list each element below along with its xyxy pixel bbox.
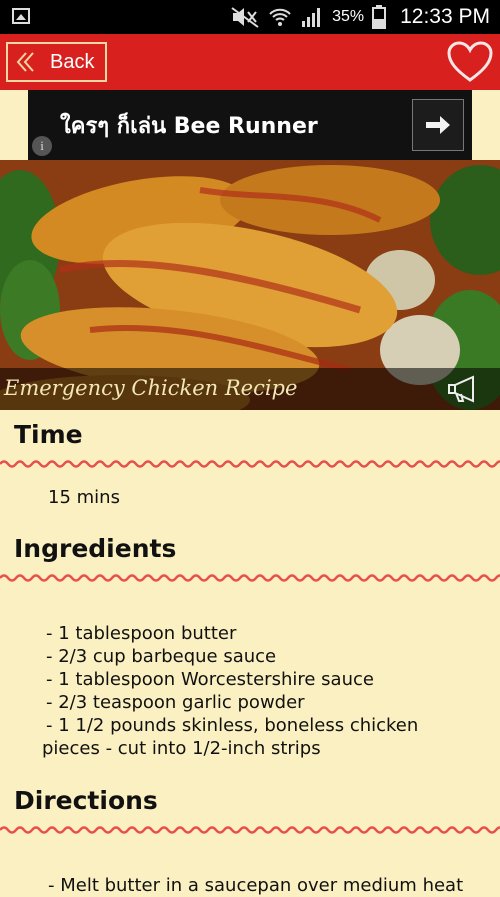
- clock: 12:33 PM: [400, 5, 490, 28]
- ad-text: ใครๆ ก็เล่น Bee Runner: [60, 114, 318, 139]
- gallery-icon: [12, 8, 30, 24]
- recipe-photo: Emergency Chicken Recipe: [0, 160, 500, 410]
- signal-icon: [302, 8, 321, 27]
- favorite-heart-icon[interactable]: [446, 40, 494, 84]
- back-label: Back: [50, 50, 95, 73]
- megaphone-icon[interactable]: [446, 374, 482, 404]
- ingredients-list: - 1 tablespoon butter - 2/3 cup barbeque…: [42, 622, 492, 760]
- ad-arrow-button[interactable]: [412, 99, 464, 151]
- direction-step: - Melt butter in a saucepan over medium …: [48, 875, 464, 896]
- top-bar: Back: [0, 34, 500, 90]
- status-bar: 35% 12:33 PM: [0, 0, 500, 34]
- list-item: - 1 1/2 pounds skinless, boneless chicke…: [46, 715, 419, 736]
- wavy-divider: [0, 826, 500, 834]
- list-item: - 1 tablespoon Worcestershire sauce: [46, 669, 374, 690]
- battery-icon: [372, 5, 387, 29]
- recipe-title: Emergency Chicken Recipe: [4, 376, 298, 400]
- directions-heading: Directions: [14, 786, 158, 815]
- list-item: - 2/3 teaspoon garlic powder: [46, 692, 305, 713]
- wifi-icon: [269, 8, 291, 26]
- arrow-right-icon: [426, 116, 450, 134]
- list-item: - 1 tablespoon butter: [46, 623, 237, 644]
- time-value: 15 mins: [48, 487, 120, 508]
- ad-banner[interactable]: ใครๆ ก็เล่น Bee Runner i: [28, 90, 472, 160]
- double-chevron-left-icon: [16, 52, 34, 72]
- ad-info-icon[interactable]: i: [32, 136, 52, 156]
- photo-caption-bar: Emergency Chicken Recipe: [0, 368, 500, 410]
- list-item: - 2/3 cup barbeque sauce: [46, 646, 277, 667]
- wavy-divider: [0, 574, 500, 582]
- ingredients-heading: Ingredients: [14, 534, 177, 563]
- time-heading: Time: [14, 420, 83, 449]
- back-button[interactable]: Back: [6, 42, 107, 82]
- wavy-divider: [0, 460, 500, 468]
- battery-percent: 35%: [332, 8, 365, 25]
- mute-icon: [231, 7, 259, 28]
- list-item: pieces - cut into 1/2-inch strips: [42, 738, 321, 759]
